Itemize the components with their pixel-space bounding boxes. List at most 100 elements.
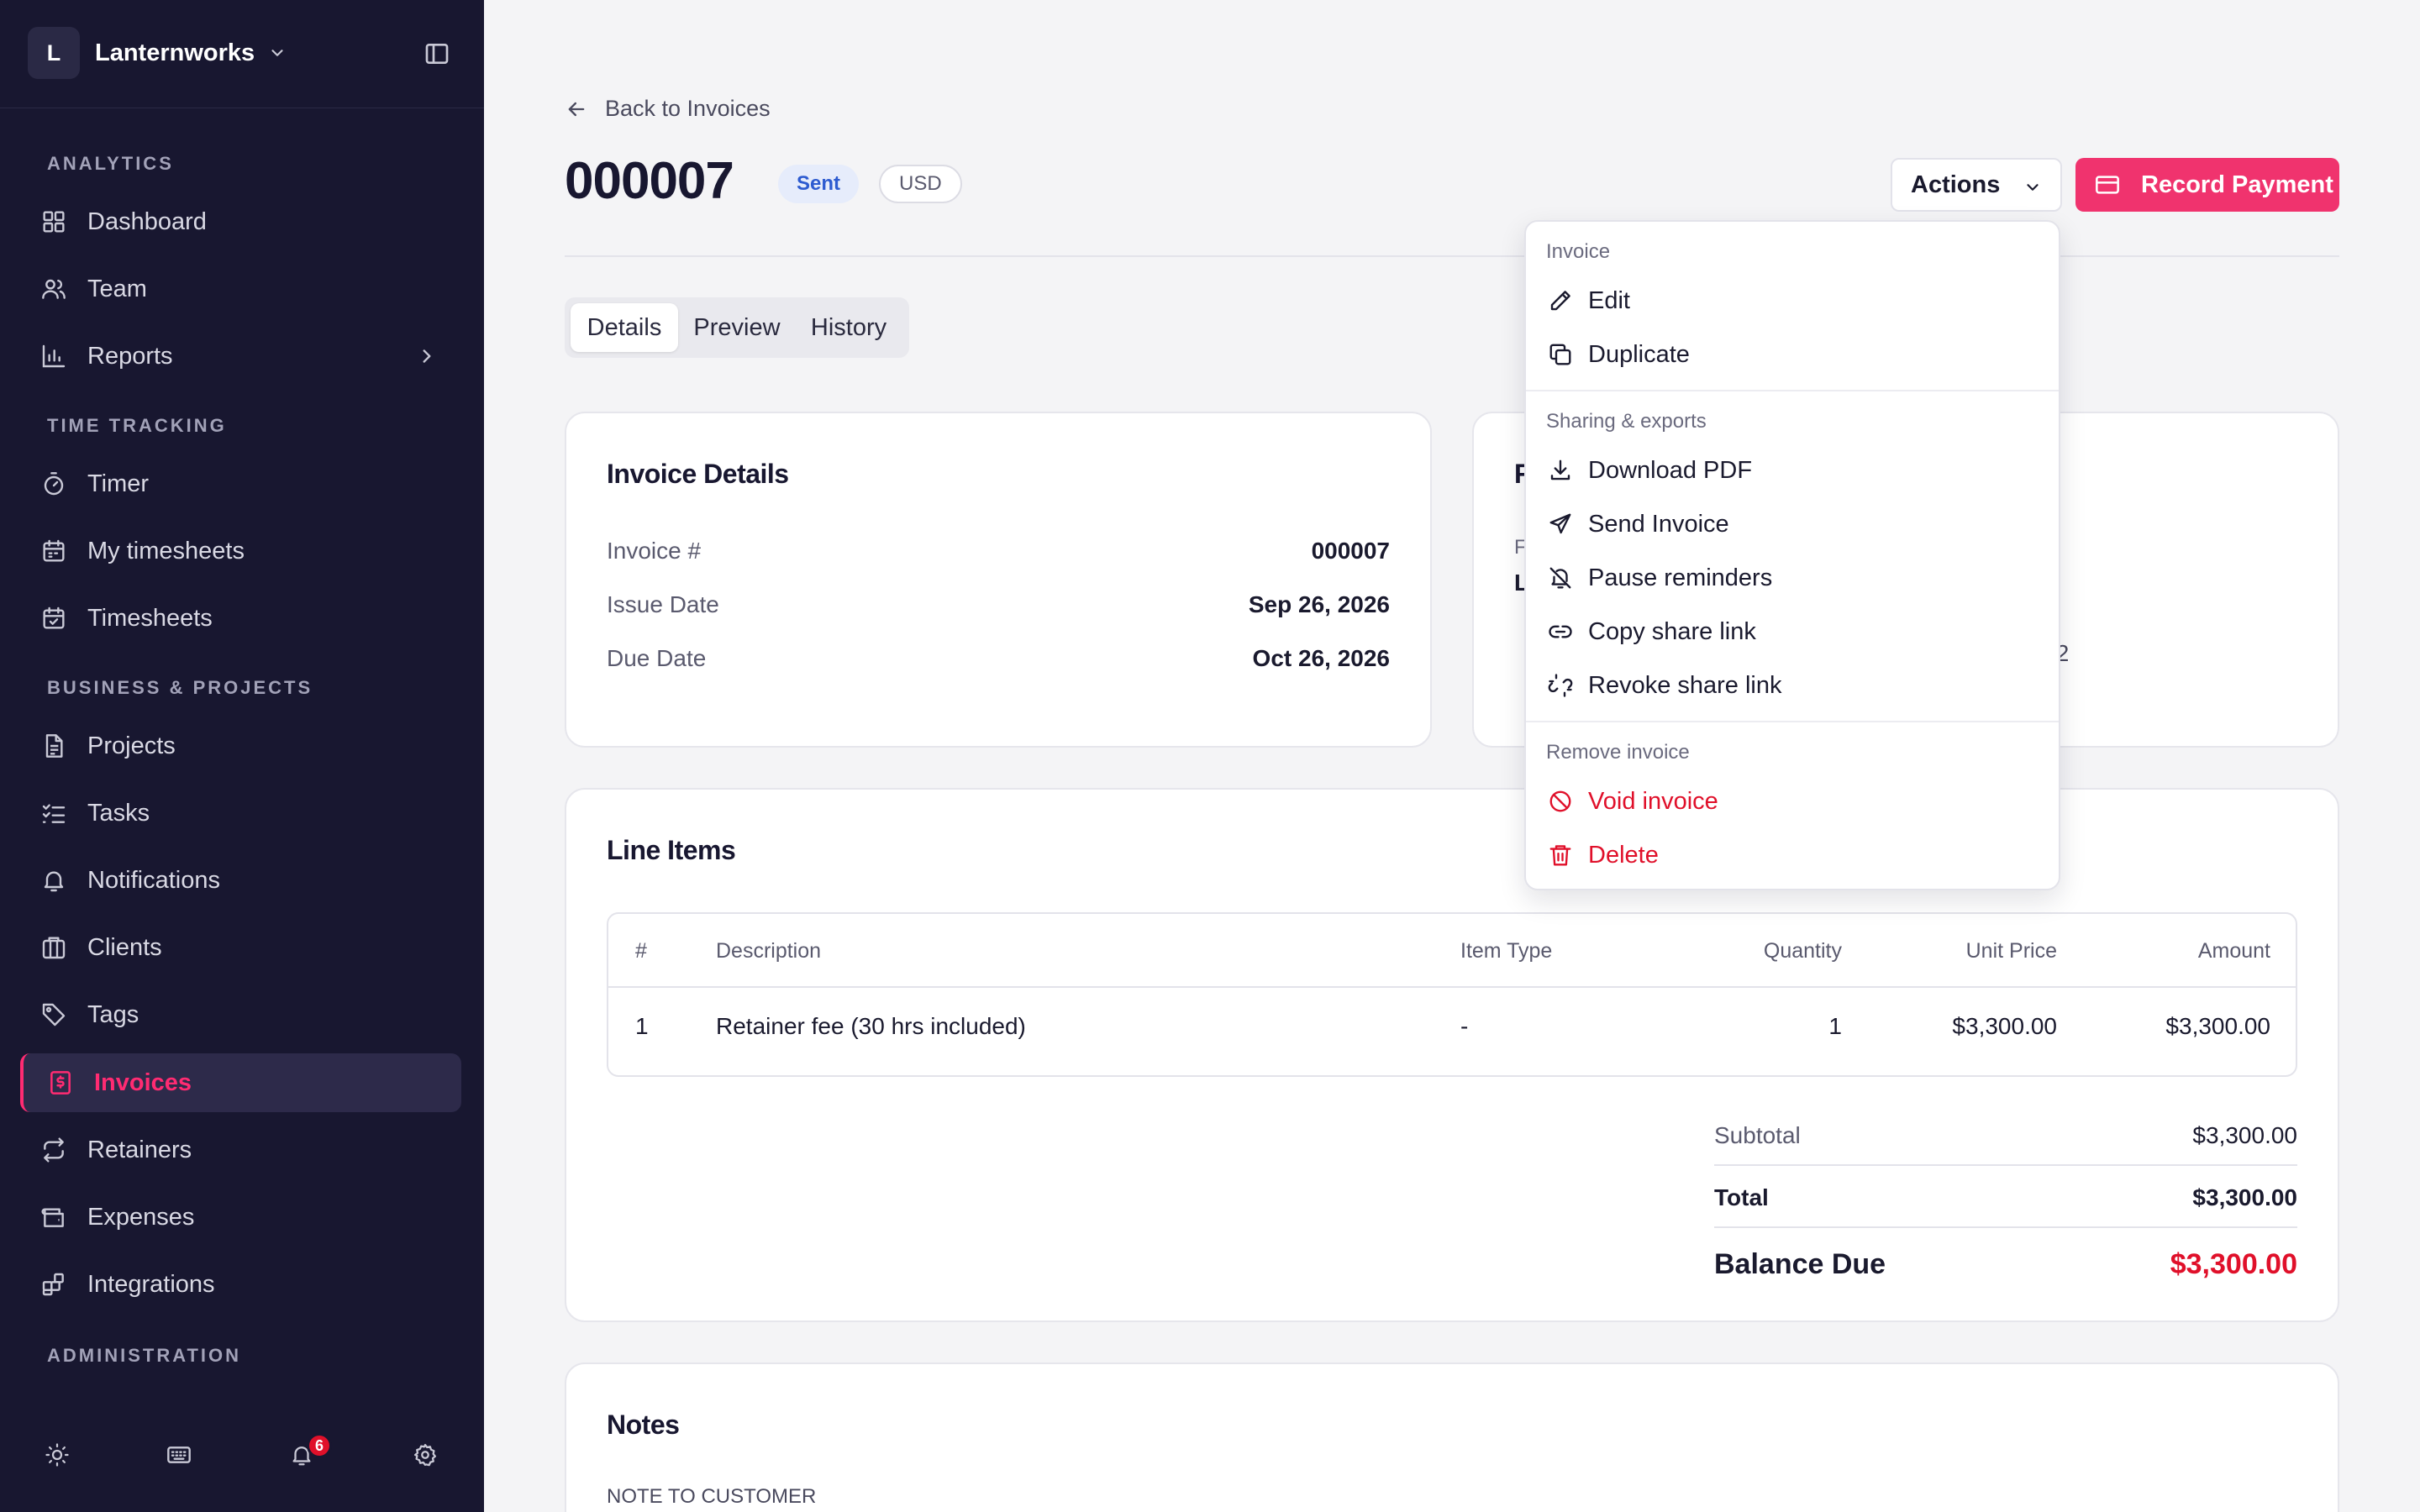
notification-count-badge: 6 [307, 1433, 332, 1458]
sidebar-item-label: Timer [87, 470, 150, 497]
menu-divider [1526, 721, 2059, 722]
sidebar-item-label: Reports [87, 342, 173, 370]
menu-item-download-pdf[interactable]: Download PDF [1533, 445, 2054, 496]
calendar-check-icon [40, 605, 67, 632]
timer-icon [40, 470, 67, 497]
menu-item-edit[interactable]: Edit [1533, 276, 2054, 326]
detail-label: Invoice # [607, 538, 702, 564]
sidebar-item-timer[interactable]: Timer [20, 454, 461, 513]
menu-item-pause-reminders[interactable]: Pause reminders [1533, 553, 2054, 603]
line-items-table: # Description Item Type Quantity Unit Pr… [607, 912, 2297, 1077]
notifications-button[interactable]: 6 [275, 1428, 332, 1482]
sidebar-item-label: Expenses [87, 1203, 195, 1231]
settings-button[interactable] [398, 1428, 452, 1482]
detail-label: Issue Date [607, 591, 719, 617]
chevron-right-icon [416, 345, 438, 367]
repeat-icon [40, 1137, 67, 1163]
calendar-icon [40, 538, 67, 564]
col-description: Description [716, 939, 822, 963]
workspace-switcher[interactable]: L Lanternworks [28, 27, 287, 79]
col-num: # [635, 939, 647, 963]
table-header: # Description Item Type Quantity Unit Pr… [608, 914, 2296, 988]
menu-item-void-invoice[interactable]: Void invoice [1533, 776, 2054, 827]
tab-bar: Details Preview History [565, 297, 909, 358]
sidebar-item-invoices[interactable]: Invoices [20, 1053, 461, 1112]
status-badge: Sent [778, 165, 860, 203]
note-to-customer-label: NOTE TO CUSTOMER [607, 1485, 817, 1508]
totals-divider [1714, 1226, 2297, 1228]
sidebar-item-tags[interactable]: Tags [20, 985, 461, 1044]
sidebar-item-expenses[interactable]: Expenses [20, 1188, 461, 1247]
back-to-invoices-link[interactable]: Back to Invoices [565, 96, 771, 122]
sidebar-item-label: Team [87, 275, 147, 302]
actions-button[interactable]: Actions [1891, 158, 2062, 212]
sidebar-toggle-icon[interactable] [424, 40, 450, 67]
menu-item-label: Duplicate [1588, 340, 1690, 368]
tab-history[interactable]: History [793, 303, 904, 352]
menu-item-label: Pause reminders [1588, 564, 1773, 591]
sidebar-item-tasks[interactable]: Tasks [20, 784, 461, 843]
record-payment-label: Record Payment [2141, 171, 2333, 198]
detail-row-invoice-number: Invoice # 000007 [607, 534, 1390, 568]
menu-item-copy-share-link[interactable]: Copy share link [1533, 606, 2054, 657]
header-divider [565, 255, 2339, 257]
menu-item-delete[interactable]: Delete [1533, 830, 2054, 880]
keyboard-shortcuts-button[interactable] [152, 1428, 206, 1482]
sidebar-item-retainers[interactable]: Retainers [20, 1121, 461, 1179]
col-item-type: Item Type [1460, 939, 1553, 963]
sidebar-item-dashboard[interactable]: Dashboard [20, 192, 461, 251]
totals-divider [1714, 1164, 2297, 1166]
sidebar-item-label: Tasks [87, 799, 150, 827]
sun-icon [45, 1442, 70, 1467]
chevron-down-icon [268, 44, 287, 62]
detail-label: Due Date [607, 645, 707, 671]
menu-item-label: Copy share link [1588, 617, 1756, 645]
sidebar-item-notifications[interactable]: Notifications [20, 851, 461, 910]
sidebar-item-my-timesheets[interactable]: My timesheets [20, 522, 461, 580]
sidebar-item-projects[interactable]: Projects [20, 717, 461, 775]
line-items-card: Line Items # Description Item Type Quant… [565, 788, 2339, 1322]
balance-due-value: $3,300.00 [2170, 1247, 2297, 1280]
balance-due-label: Balance Due [1714, 1247, 1886, 1280]
menu-item-label: Void invoice [1588, 787, 1718, 815]
sidebar-item-team[interactable]: Team [20, 260, 461, 318]
link-icon [1548, 619, 1588, 644]
section-analytics: ANALYTICS [47, 153, 174, 174]
notes-card: Notes NOTE TO CUSTOMER [565, 1362, 2339, 1512]
menu-item-send-invoice[interactable]: Send Invoice [1533, 499, 2054, 549]
sidebar-item-label: Clients [87, 933, 162, 961]
section-business: BUSINESS & PROJECTS [47, 677, 313, 698]
cell-num: 1 [635, 1013, 649, 1039]
menu-item-duplicate[interactable]: Duplicate [1533, 329, 2054, 380]
section-time-tracking: TIME TRACKING [47, 415, 227, 436]
balance-due-row: Balance Due $3,300.00 [1714, 1243, 2297, 1285]
subtotal-label: Subtotal [1714, 1122, 1801, 1148]
workspace-avatar: L [28, 27, 80, 79]
menu-item-label: Download PDF [1588, 456, 1753, 484]
cell-amount: $3,300.00 [2165, 1013, 2270, 1039]
actions-dropdown-menu: Invoice Edit Duplicate Sharing & exports… [1524, 220, 2060, 890]
sidebar-item-clients[interactable]: Clients [20, 918, 461, 977]
sidebar-item-timesheets[interactable]: Timesheets [20, 589, 461, 648]
menu-item-revoke-share-link[interactable]: Revoke share link [1533, 660, 2054, 711]
document-icon [40, 732, 67, 759]
subtotal-value: $3,300.00 [2192, 1122, 2297, 1148]
checklist-icon [40, 800, 67, 827]
sidebar-item-reports[interactable]: Reports [20, 327, 461, 386]
menu-item-label: Revoke share link [1588, 671, 1782, 699]
menu-section-remove: Remove invoice [1546, 741, 1690, 764]
record-payment-button[interactable]: Record Payment [2075, 158, 2339, 212]
sidebar-item-integrations[interactable]: Integrations [20, 1255, 461, 1314]
pencil-icon [1548, 288, 1588, 313]
gear-icon [413, 1442, 438, 1467]
detail-value: Sep 26, 2026 [1248, 591, 1390, 617]
credit-card-icon [2094, 171, 2141, 198]
tab-preview[interactable]: Preview [681, 303, 793, 352]
menu-section-invoice: Invoice [1546, 240, 1611, 263]
menu-item-label: Delete [1588, 841, 1659, 869]
cell-description: Retainer fee (30 hrs included) [716, 1013, 1026, 1039]
tab-details[interactable]: Details [571, 303, 678, 352]
theme-toggle-button[interactable] [30, 1428, 84, 1482]
arrow-left-icon [565, 97, 605, 121]
total-row: Total $3,300.00 [1714, 1181, 2297, 1215]
